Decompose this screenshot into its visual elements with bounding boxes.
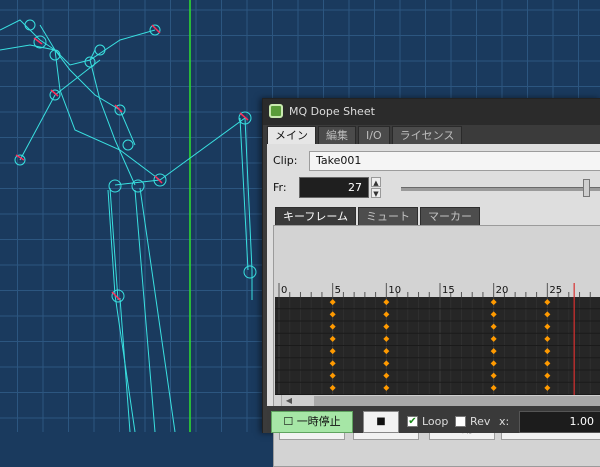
tick-label: 25 [549,285,562,296]
tab-license[interactable]: ライセンス [391,126,463,144]
rev-checkbox[interactable] [455,416,466,427]
window-titlebar[interactable]: MQ Dope Sheet [263,99,600,125]
skeleton-bones [0,19,253,432]
playback-bar: ☐ 一時停止 ■ ✔ Loop Rev x: 1.00 [267,406,600,433]
tab-io[interactable]: I/O [358,126,390,144]
pause-button[interactable]: ☐ 一時停止 [271,411,353,433]
tick-label: 0 [281,285,287,296]
skeleton-joints [14,19,257,303]
frame-slider-thumb[interactable] [583,179,590,197]
sub-tabs: キーフレーム ミュート マーカー [275,207,481,225]
window-title: MQ Dope Sheet [289,105,375,118]
scroll-left-arrow-icon[interactable]: ◀ [283,396,295,406]
frame-slider-track[interactable] [401,187,600,191]
tick-label: 15 [442,285,455,296]
rev-label: Rev [470,415,491,428]
tick-label: 20 [496,285,509,296]
loop-label: Loop [422,415,449,428]
keyframe-timeline[interactable]: 0 5 10 15 20 25 [275,283,600,395]
pause-box-icon: ☐ [283,415,294,428]
tab-marker[interactable]: マーカー [420,207,481,225]
tab-main[interactable]: メイン [267,126,316,144]
loop-checkbox[interactable]: ✔ [407,416,418,427]
frame-input[interactable]: 27 [299,177,369,198]
tick-label: 5 [335,285,341,296]
speed-input[interactable]: 1.00 [519,411,600,433]
frame-label: Fr: [273,181,287,194]
tab-mute[interactable]: ミュート [358,207,419,225]
frame-spin-up-icon[interactable]: ▲ [371,177,381,187]
stop-button[interactable]: ■ [363,411,399,433]
dope-sheet-window: MQ Dope Sheet メイン 編集 I/O ライセンス Clip: Tak… [262,98,600,467]
pause-label: 一時停止 [296,415,341,428]
main-tabs: メイン 編集 I/O ライセンス [267,126,463,144]
clip-input[interactable]: Take001 [309,151,600,171]
scrollbar-thumb[interactable] [314,396,600,406]
tab-edit[interactable]: 編集 [318,126,356,144]
app-icon [269,104,283,118]
clip-label: Clip: [273,154,298,167]
frame-spin-down-icon[interactable]: ▼ [371,188,381,198]
tab-keyframe[interactable]: キーフレーム [275,207,357,225]
tick-label: 10 [388,285,401,296]
speed-label: x: [499,415,510,428]
